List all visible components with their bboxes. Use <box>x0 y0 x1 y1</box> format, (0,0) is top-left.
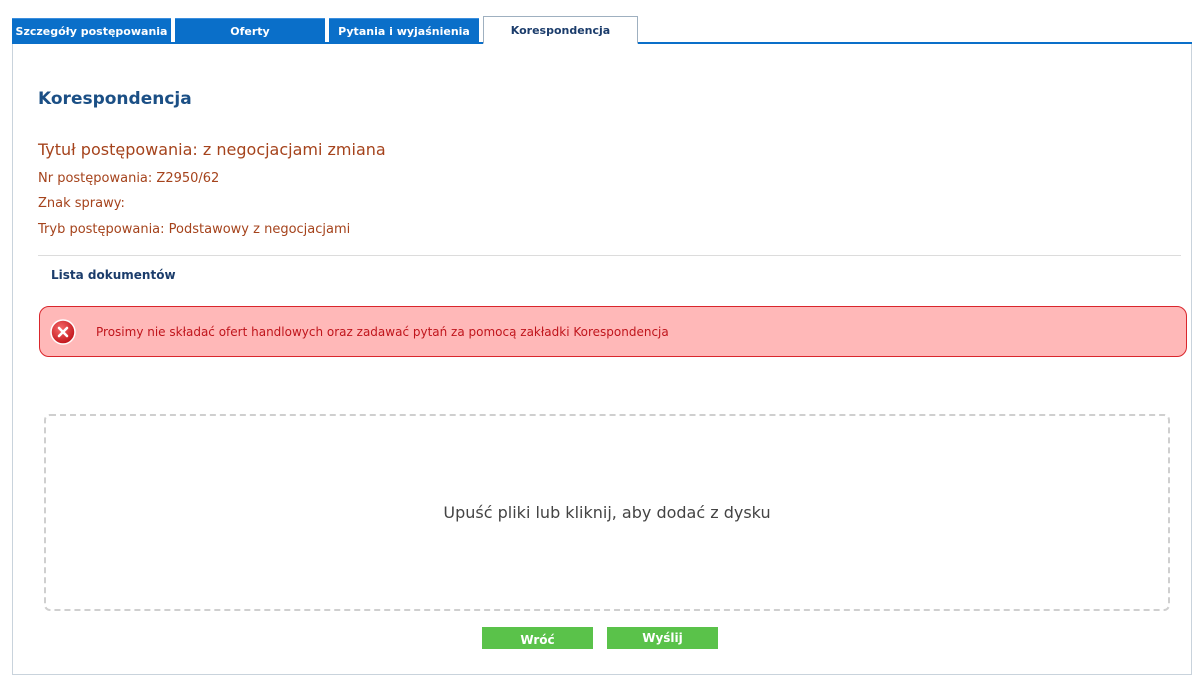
case-mark: Znak sprawy: <box>38 196 125 211</box>
tab-offers[interactable]: Oferty <box>175 18 325 44</box>
file-dropzone[interactable]: Upuść pliki lub kliknij, aby dodać z dys… <box>44 414 1170 611</box>
error-x-icon <box>50 318 76 345</box>
alert-message: Prosimy nie składać ofert handlowych ora… <box>96 324 669 339</box>
page-title: Korespondencja <box>38 89 192 109</box>
tab-proceeding-details[interactable]: Szczegóły postępowania <box>12 18 171 44</box>
content-panel: Korespondencja Tytuł postępowania: z neg… <box>12 44 1192 675</box>
tab-correspondence[interactable]: Korespondencja <box>483 16 638 44</box>
dropzone-label: Upuść pliki lub kliknij, aby dodać z dys… <box>443 503 771 522</box>
proceeding-mode: Tryb postępowania: Podstawowy z negocjac… <box>38 222 351 237</box>
proceeding-number: Nr postępowania: Z2950/62 <box>38 171 220 186</box>
proceeding-title: Tytuł postępowania: z negocjacjami zmian… <box>38 140 386 159</box>
documents-list-heading: Lista dokumentów <box>51 268 176 282</box>
tab-bar: Szczegóły postępowania Oferty Pytania i … <box>12 16 638 44</box>
tab-questions[interactable]: Pytania i wyjaśnienia <box>329 18 479 44</box>
back-button[interactable]: Wróć <box>482 627 593 649</box>
send-button[interactable]: Wyślij <box>607 627 718 649</box>
section-divider <box>38 255 1181 256</box>
error-alert: Prosimy nie składać ofert handlowych ora… <box>39 306 1187 357</box>
